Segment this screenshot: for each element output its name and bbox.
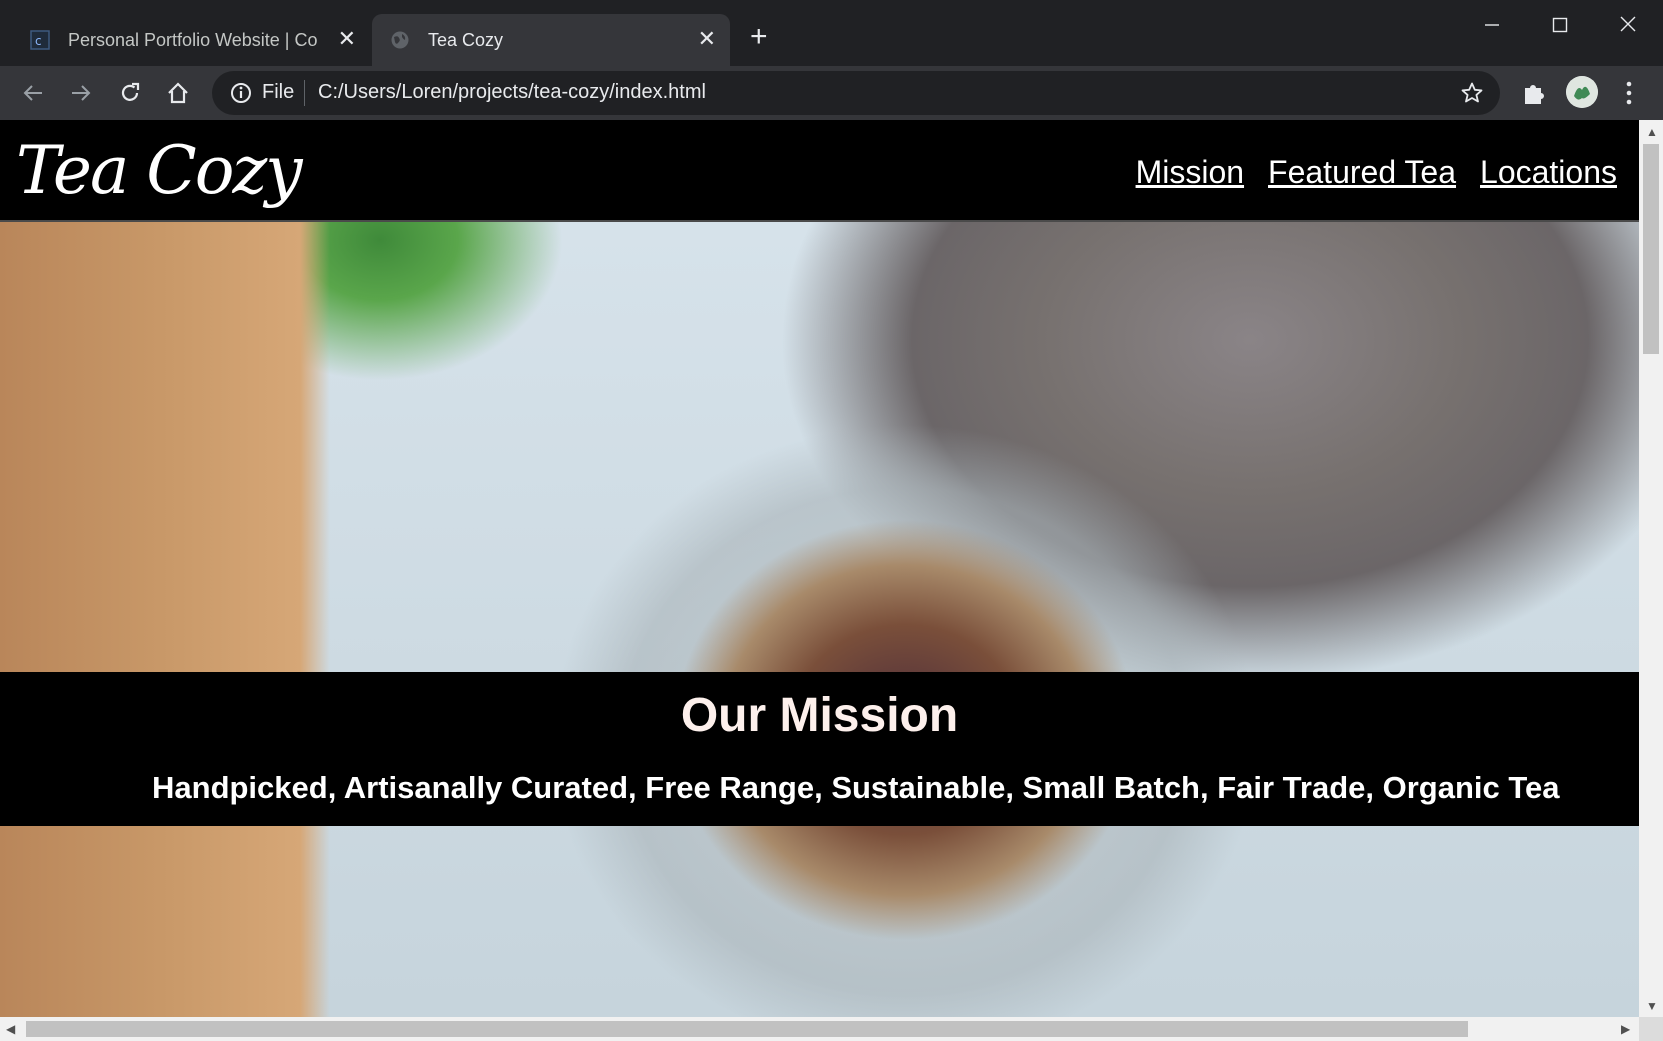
globe-icon — [391, 31, 409, 49]
browser-menu-icon[interactable] — [1622, 78, 1636, 108]
site-header: Tea Cozy Mission Featured Tea Locations — [0, 120, 1639, 222]
mission-title: Our Mission — [680, 689, 959, 742]
url-text[interactable]: C:/Users/Loren/projects/tea-cozy/index.h… — [318, 81, 706, 104]
close-icon[interactable]: ✕ — [338, 27, 356, 51]
tab-portfolio[interactable]: c Personal Portfolio Website | Code ✕ — [16, 14, 370, 66]
scheme-label: File — [262, 81, 295, 103]
scroll-left-arrow-icon[interactable]: ◀ — [6, 1023, 15, 1035]
bookmark-star-icon[interactable] — [1460, 81, 1484, 105]
reload-icon[interactable] — [115, 78, 145, 108]
svg-text:c: c — [35, 34, 42, 48]
nav-link-featured-tea[interactable]: Featured Tea — [1268, 154, 1456, 191]
extensions-puzzle-icon[interactable] — [1520, 79, 1548, 107]
divider — [304, 80, 305, 106]
horizontal-scrollbar[interactable]: ◀ ▶ — [0, 1017, 1639, 1041]
site-logo[interactable]: Tea Cozy — [16, 128, 303, 214]
vertical-scrollbar[interactable]: ▲ ▼ — [1639, 120, 1663, 1017]
vertical-scroll-thumb[interactable] — [1643, 144, 1659, 354]
home-icon[interactable] — [163, 78, 193, 108]
profile-avatar[interactable] — [1566, 76, 1598, 108]
tab-title: Tea Cozy — [428, 29, 504, 50]
horizontal-scroll-thumb[interactable] — [26, 1021, 1468, 1037]
tab-title: Personal Portfolio Website | Code — [68, 29, 318, 50]
mission-section: Our Mission Handpicked, Artisanally Cura… — [0, 672, 1639, 826]
nav-link-mission[interactable]: Mission — [1136, 154, 1244, 191]
close-icon[interactable]: ✕ — [698, 27, 716, 51]
back-icon[interactable] — [18, 78, 48, 108]
mission-subtitle: Handpicked, Artisanally Curated, Free Ra… — [152, 770, 1560, 805]
new-tab-icon[interactable]: + — [750, 22, 768, 52]
nav-link-locations[interactable]: Locations — [1480, 154, 1617, 191]
address-bar[interactable]: File C:/Users/Loren/projects/tea-cozy/in… — [212, 71, 1500, 115]
minimize-icon[interactable] — [1472, 10, 1512, 40]
codecademy-favicon-icon: c — [30, 30, 50, 50]
hero-background-image — [0, 120, 1639, 1017]
tab-tea-cozy[interactable]: Tea Cozy ✕ — [372, 14, 730, 66]
scroll-down-arrow-icon[interactable]: ▼ — [1646, 1000, 1658, 1012]
page-viewport: Tea Cozy Mission Featured Tea Locations … — [0, 120, 1639, 1017]
browser-toolbar: File C:/Users/Loren/projects/tea-cozy/in… — [0, 66, 1663, 120]
scroll-right-arrow-icon[interactable]: ▶ — [1621, 1023, 1630, 1035]
window-close-icon[interactable] — [1608, 10, 1648, 40]
maximize-icon[interactable] — [1540, 10, 1580, 40]
info-icon[interactable] — [230, 82, 252, 104]
tab-strip: c Personal Portfolio Website | Code ✕ Te… — [0, 0, 1663, 66]
site-nav: Mission Featured Tea Locations — [1136, 154, 1617, 191]
scroll-up-arrow-icon[interactable]: ▲ — [1646, 126, 1658, 138]
scrollbar-corner — [1639, 1017, 1663, 1041]
forward-icon[interactable] — [66, 78, 96, 108]
